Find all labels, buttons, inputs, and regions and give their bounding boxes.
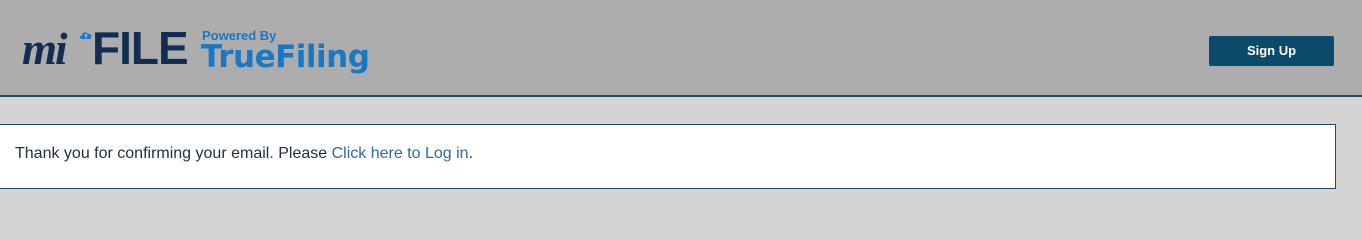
- login-link[interactable]: Click here to Log in: [332, 145, 469, 162]
- logo-truefiling-text: TrueFiling: [201, 39, 370, 75]
- cloud-upload-icon: [80, 32, 92, 39]
- confirmation-message-panel: Thank you for confirming your email. Ple…: [0, 124, 1336, 189]
- message-period: .: [468, 145, 474, 162]
- sign-up-button[interactable]: Sign Up: [1209, 36, 1334, 66]
- site-header: mi FILE Powered By TrueFiling Sign Up: [0, 0, 1362, 97]
- logo-file-text: FILE: [92, 22, 189, 74]
- message-text: Thank you for confirming your email. Ple…: [15, 145, 332, 162]
- confirmation-message: Thank you for confirming your email. Ple…: [15, 144, 473, 164]
- logo-mi-text: mi: [22, 24, 67, 74]
- mifile-truefiling-logo[interactable]: mi FILE Powered By TrueFiling: [22, 22, 382, 76]
